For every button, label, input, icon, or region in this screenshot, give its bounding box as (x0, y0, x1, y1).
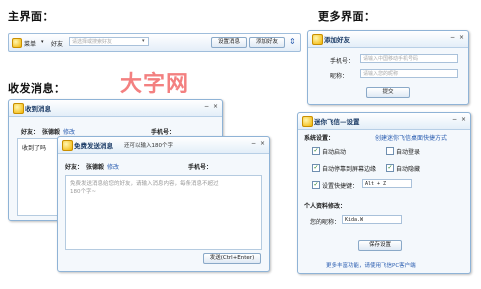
phone-input[interactable]: 请输入中国移动手机号码 (360, 54, 458, 63)
receive-title: 收到消息 (25, 105, 51, 113)
minimize-icon[interactable]: − (202, 103, 211, 111)
auto-start-checkbox[interactable]: ✓ (312, 147, 320, 155)
auto-login-label: 自动登录 (396, 149, 421, 156)
close-icon[interactable]: × (457, 34, 466, 42)
main-toolbar: 菜单 ▾ 好友 请选择或搜索好友 ▾ 设置消息 添加好友 ⇕ (8, 33, 301, 52)
hotkey-checkbox[interactable]: ✓ (312, 181, 320, 189)
close-icon[interactable]: × (211, 103, 220, 111)
friend-search-input[interactable]: 请选择或搜索好友 (69, 37, 149, 46)
settings-button[interactable]: 设置消息 (211, 37, 247, 48)
chevron-down-icon[interactable]: ▾ (41, 39, 44, 45)
message-placeholder: 免费发送消息给您的好友，请输入消息内容，每条消息不超过180个字~ (70, 181, 219, 195)
dropdown-arrow-icon[interactable]: ▾ (142, 38, 145, 44)
nickname-input[interactable]: 请输入您的昵称 (360, 69, 458, 78)
friend-name: 张德毅 (86, 164, 105, 171)
desktop-shortcut-link[interactable]: 创建迷你飞信桌面快捷方式 (375, 133, 447, 142)
close-icon[interactable]: × (258, 140, 267, 148)
add-friend-button[interactable]: 添加好友 (249, 37, 285, 48)
submit-button[interactable]: 提交 (366, 87, 410, 98)
close-icon[interactable]: × (459, 116, 468, 124)
dock-edge-label: 自动停靠到屏幕边缘 (322, 166, 377, 173)
dock-edge-checkbox[interactable]: ✓ (312, 164, 320, 172)
app-icon (13, 103, 24, 114)
friend-label: 好友 (51, 41, 64, 48)
phone-label: 手机号： (188, 164, 213, 171)
message-input[interactable]: 免费发送消息给您的好友，请输入消息内容，每条消息不超过180个字~ (65, 175, 262, 250)
friend-label: 好友： (65, 164, 84, 171)
app-icon (62, 140, 73, 151)
more-ui-heading: 更多界面： (318, 10, 376, 23)
modify-link[interactable]: 修改 (107, 162, 119, 171)
auto-hide-label: 自动隐藏 (396, 166, 421, 173)
watermark-logo: 大字网 (120, 72, 190, 97)
modify-link[interactable]: 修改 (63, 127, 75, 136)
settings-titlebar: 迷你飞信—设置 − × (298, 113, 470, 130)
pc-client-link[interactable]: 更多丰富功能，请使用飞信PC客户端 (326, 261, 416, 269)
friend-name: 张德毅 (42, 129, 61, 136)
settings-window: 迷你飞信—设置 − × 系统设置： 创建迷你飞信桌面快捷方式 ✓ 自动启动 自动… (297, 112, 471, 274)
phone-label: 手机号： (330, 58, 355, 65)
minimize-icon[interactable]: − (249, 140, 258, 148)
char-count-hint: 还可以输入180个字 (124, 143, 173, 149)
app-logo-icon (12, 38, 22, 48)
pin-icon[interactable]: ⇕ (289, 37, 296, 46)
app-icon (302, 116, 313, 127)
send-title: 免费发送消息 (74, 142, 113, 150)
message-text: 收到了吗 (22, 145, 47, 152)
phone-label: 手机号： (151, 129, 176, 136)
hotkey-input[interactable]: Alt + Z (362, 179, 412, 188)
send-button[interactable]: 发送(Ctrl+Enter) (203, 253, 261, 264)
profile-section-label: 个人资料修改： (304, 203, 347, 210)
receive-titlebar: 收到消息 − × (9, 100, 222, 117)
nickname-label: 昵称： (330, 73, 349, 80)
nickname-label: 您的昵称： (310, 219, 341, 226)
auto-login-checkbox[interactable] (386, 147, 394, 155)
add-friend-titlebar: 添加好友 − × (308, 31, 468, 48)
auto-hide-checkbox[interactable]: ✓ (386, 164, 394, 172)
minimize-icon[interactable]: − (448, 34, 457, 42)
system-settings-label: 系统设置： (304, 135, 335, 142)
send-message-window: 免费发送消息 还可以输入180个字 − × 好友： 张德毅 修改 手机号： 免费… (57, 136, 270, 272)
friend-label: 好友： (21, 129, 40, 136)
app-icon (312, 34, 323, 45)
hotkey-label: 设置快捷键： (322, 183, 359, 190)
save-settings-button[interactable]: 保存设置 (358, 240, 402, 251)
messaging-heading: 收发消息： (8, 82, 66, 95)
add-friend-window: 添加好友 − × 手机号： 请输入中国移动手机号码 昵称： 请输入您的昵称 提交 (307, 30, 469, 105)
minimize-icon[interactable]: − (450, 116, 459, 124)
add-friend-title: 添加好友 (324, 36, 350, 44)
send-titlebar: 免费发送消息 还可以输入180个字 − × (58, 137, 269, 154)
settings-title: 迷你飞信—设置 (314, 118, 360, 126)
nickname-input[interactable]: Kida.W (342, 215, 402, 224)
menu-button[interactable]: 菜单 (24, 39, 36, 48)
auto-start-label: 自动启动 (322, 149, 347, 156)
main-ui-heading: 主界面： (8, 10, 54, 23)
